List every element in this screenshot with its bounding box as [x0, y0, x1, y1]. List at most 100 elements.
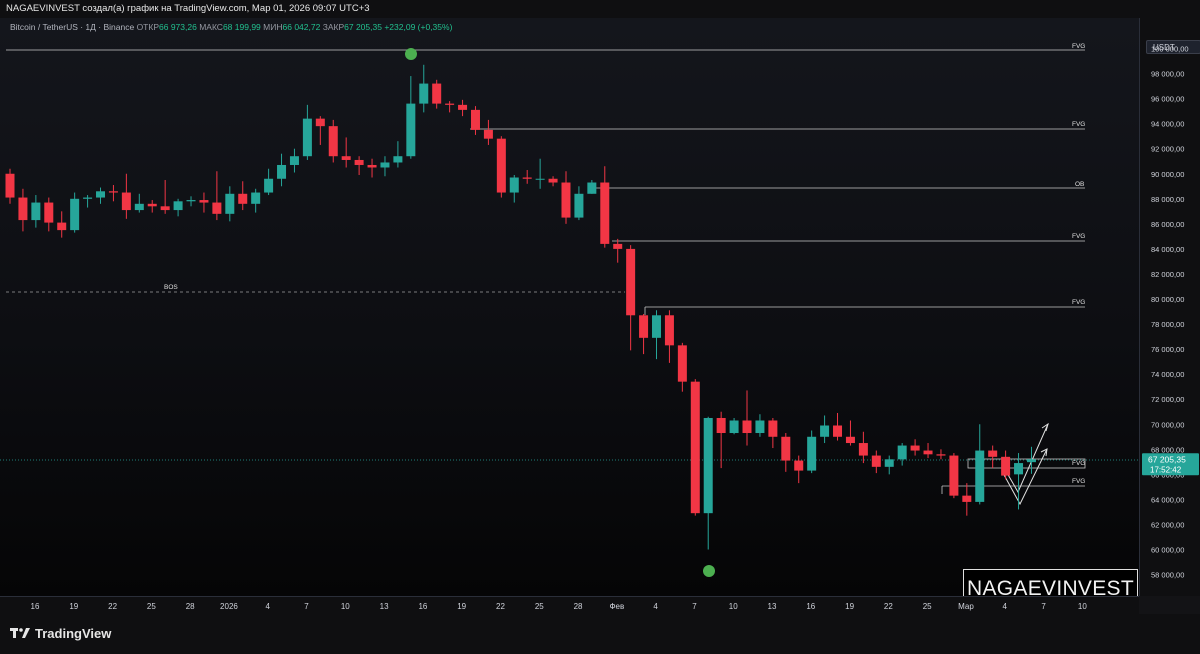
candle-body[interactable] — [406, 103, 416, 157]
candle-body[interactable] — [354, 159, 364, 165]
candle-body[interactable] — [380, 162, 390, 168]
candle-body[interactable] — [186, 200, 196, 202]
candle-body[interactable] — [18, 197, 28, 221]
candle-body[interactable] — [393, 156, 403, 163]
candle-body[interactable] — [910, 445, 920, 451]
candle-body[interactable] — [949, 455, 959, 496]
candle-body[interactable] — [781, 436, 791, 461]
price-axis-labels: 100 000,00 98 000,00 96 000,00 94 000,00 92 … — [1142, 45, 1199, 580]
candlestick-chart[interactable]: FVG FVG OB FVG FVG BOS FVG FVG — [0, 18, 1139, 596]
candle-body[interactable] — [807, 436, 817, 471]
candle-body[interactable] — [251, 192, 261, 204]
candle-body[interactable] — [57, 222, 67, 231]
symbol-legend[interactable]: Bitcoin / TetherUS · 1Д · Binance ОТКР66… — [10, 22, 452, 32]
candle-body[interactable] — [199, 200, 209, 203]
candle-body[interactable] — [173, 201, 183, 211]
candle-body[interactable] — [716, 417, 726, 434]
candle-body[interactable] — [264, 178, 274, 193]
price-tick-label: 84 000,00 — [1151, 245, 1184, 254]
candle-body[interactable] — [432, 83, 442, 104]
candle-body[interactable] — [70, 198, 80, 231]
candle-body[interactable] — [483, 129, 493, 139]
candle-body[interactable] — [936, 454, 946, 456]
chart-pane[interactable]: FVG FVG OB FVG FVG BOS FVG FVG Bitcoin /… — [0, 18, 1139, 609]
current-price-value: 67 205,35 — [1148, 454, 1186, 464]
candle-body[interactable] — [794, 460, 804, 471]
candle-body[interactable] — [509, 177, 519, 193]
swing-high-marker-icon[interactable] — [405, 48, 417, 60]
candle-body[interactable] — [277, 164, 287, 179]
candle-body[interactable] — [820, 425, 830, 437]
candle-body[interactable] — [1014, 463, 1024, 475]
candle-body[interactable] — [212, 202, 222, 214]
candle-body[interactable] — [96, 191, 106, 198]
candle-body[interactable] — [703, 417, 713, 514]
candle-body[interactable] — [341, 156, 351, 160]
candle-body[interactable] — [664, 315, 674, 346]
candle-body[interactable] — [988, 450, 998, 457]
candle-body[interactable] — [574, 193, 584, 218]
candle-body[interactable] — [289, 156, 299, 165]
candle-body[interactable] — [923, 450, 933, 455]
candle-body[interactable] — [626, 248, 636, 316]
candle-body[interactable] — [639, 315, 649, 338]
candle-body[interactable] — [729, 420, 739, 434]
candle-body[interactable] — [535, 178, 545, 180]
candle-body[interactable] — [742, 420, 752, 434]
candle-body[interactable] — [83, 197, 93, 199]
chart-author-title: NAGAEVINVEST создал(а) график на Trading… — [6, 3, 370, 14]
candle-body[interactable] — [962, 495, 972, 502]
time-tick-label: 19 — [457, 602, 466, 611]
low-label: МИН — [263, 22, 283, 32]
candle-body[interactable] — [134, 203, 144, 211]
candle-body[interactable] — [31, 202, 41, 221]
candle-body[interactable] — [833, 425, 843, 437]
candle-body[interactable] — [458, 104, 468, 110]
candle-body[interactable] — [445, 103, 455, 105]
candle-body[interactable] — [121, 192, 131, 211]
tradingview-logo[interactable]: TradingView — [10, 626, 111, 641]
time-tick-label: 7 — [1041, 602, 1046, 611]
candle-body[interactable] — [677, 345, 687, 382]
candle-body[interactable] — [561, 182, 571, 218]
time-tick-label: 10 — [729, 602, 738, 611]
candle-body[interactable] — [160, 206, 170, 211]
time-tick-label: 13 — [768, 602, 777, 611]
candle-body[interactable] — [652, 315, 661, 338]
candle-body[interactable] — [1026, 459, 1036, 463]
price-axis[interactable]: USDT 100 000,00 98 000,00 96 000,00 94 000,… — [1139, 18, 1200, 596]
candle-body[interactable] — [755, 420, 765, 434]
candle-body[interactable] — [884, 459, 894, 467]
candle-body[interactable] — [44, 202, 54, 223]
candle-body[interactable] — [147, 203, 157, 207]
time-tick-label: 22 — [884, 602, 893, 611]
candle-body[interactable] — [587, 182, 597, 194]
time-axis[interactable]: 16 19 22 25 28 2026 4 7 10 13 16 19 22 25 28 Фев 4 7 10 13 1… — [0, 596, 1139, 615]
candle-body[interactable] — [858, 443, 868, 456]
time-tick-label: 16 — [418, 602, 427, 611]
candle-body[interactable] — [1001, 456, 1011, 476]
candle-body[interactable] — [600, 182, 610, 244]
candle-body[interactable] — [613, 243, 623, 249]
candle-body[interactable] — [367, 164, 377, 168]
candle-body[interactable] — [897, 445, 907, 460]
candle-body[interactable] — [315, 118, 325, 127]
candle-body[interactable] — [496, 138, 506, 193]
candle-body[interactable] — [522, 177, 532, 179]
candle-body[interactable] — [225, 193, 235, 214]
price-tick-label: 68 000,00 — [1151, 445, 1184, 454]
candle-body[interactable] — [690, 381, 700, 514]
candle-body[interactable] — [238, 193, 248, 204]
candle-body[interactable] — [975, 450, 985, 502]
swing-low-marker-icon[interactable] — [703, 565, 715, 577]
candle-body[interactable] — [548, 178, 558, 183]
candle-body[interactable] — [845, 436, 855, 444]
candle-body[interactable] — [419, 83, 429, 104]
candle-body[interactable] — [768, 420, 778, 437]
candle-body[interactable] — [871, 455, 881, 467]
candle-body[interactable] — [5, 173, 15, 198]
candle-body[interactable] — [108, 191, 118, 193]
candle-body[interactable] — [302, 118, 312, 157]
candle-body[interactable] — [328, 126, 338, 157]
candle-body[interactable] — [470, 109, 480, 130]
